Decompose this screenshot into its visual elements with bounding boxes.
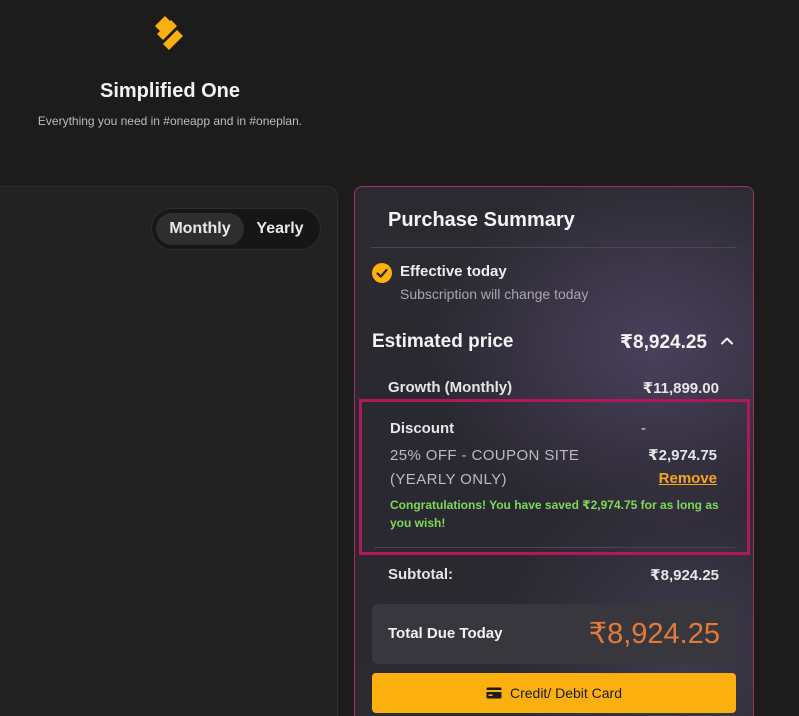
savings-message: Congratulations! You have saved ₹2,974.7… xyxy=(390,498,719,530)
toggle-monthly[interactable]: Monthly xyxy=(156,213,244,245)
plan-row-value: ₹11,899.00 xyxy=(642,380,719,397)
chevron-up-icon[interactable] xyxy=(719,333,735,349)
check-circle-icon xyxy=(372,263,392,283)
discount-dash: - xyxy=(641,420,646,437)
estimated-price-value: ₹8,924.25 xyxy=(619,332,707,353)
total-due-value: ₹8,924.25 xyxy=(588,618,720,650)
credit-debit-card-button[interactable]: Credit/ Debit Card xyxy=(372,673,736,713)
discount-divider xyxy=(374,547,735,548)
total-due-label: Total Due Today xyxy=(388,625,503,642)
payment-button-label: Credit/ Debit Card xyxy=(509,685,623,701)
credit-card-icon xyxy=(486,687,502,699)
brand-title: Simplified One xyxy=(99,80,241,102)
total-due-box: Total Due Today ₹8,924.25 xyxy=(372,604,736,664)
summary-title: Purchase Summary xyxy=(388,209,575,231)
simplified-logo-icon xyxy=(155,16,183,50)
subtotal-label: Subtotal: xyxy=(388,566,453,583)
toggle-yearly[interactable]: Yearly xyxy=(244,213,316,245)
discount-value: ₹2,974.75 xyxy=(648,447,717,464)
summary-divider xyxy=(371,247,737,248)
checkout-page: Simplified One Everything you need in #o… xyxy=(0,0,799,716)
billing-period-toggle: Monthly Yearly xyxy=(151,208,321,250)
plan-panel xyxy=(0,186,338,716)
brand-tagline: Everything you need in #oneapp and in #o… xyxy=(37,114,303,128)
discount-label: Discount xyxy=(390,420,455,437)
effective-title: Effective today xyxy=(400,263,507,280)
remove-coupon-link[interactable]: Remove xyxy=(659,470,717,487)
estimated-price-label: Estimated price xyxy=(372,331,514,352)
plan-row-label: Growth (Monthly) xyxy=(388,379,513,396)
coupon-name: 25% OFF - COUPON SITE (YEARLY ONLY) xyxy=(390,447,580,488)
discount-section: Discount - 25% OFF - COUPON SITE (YEARLY… xyxy=(359,399,750,555)
effective-subtitle: Subscription will change today xyxy=(400,286,589,302)
subtotal-value: ₹8,924.25 xyxy=(650,567,719,584)
purchase-summary-card: Purchase Summary Effective today Subscri… xyxy=(354,186,754,716)
